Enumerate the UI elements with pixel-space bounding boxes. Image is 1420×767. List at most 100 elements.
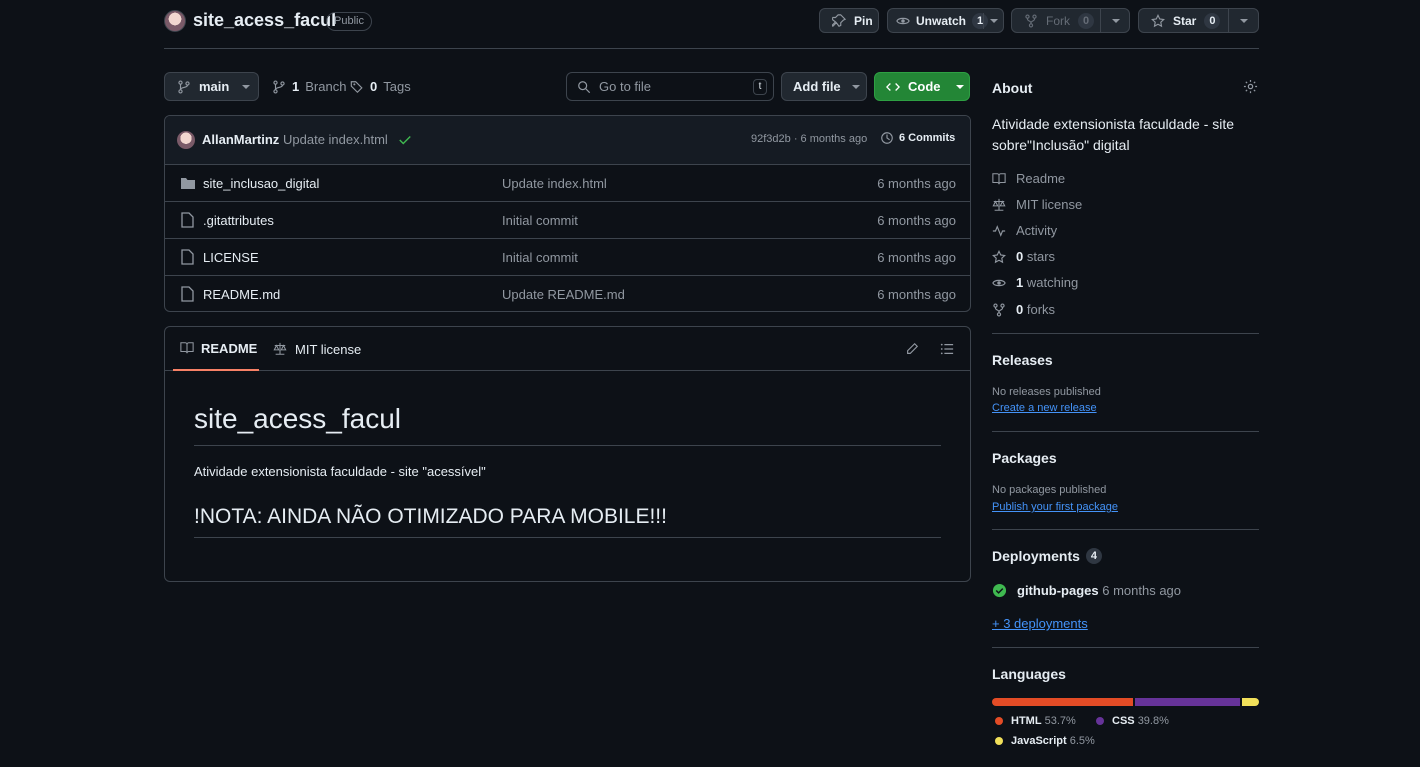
branch-selector[interactable]: main bbox=[164, 72, 259, 101]
create-release-link[interactable]: Create a new release bbox=[992, 402, 1097, 414]
watching-link[interactable]: 1 watching bbox=[992, 275, 1078, 290]
file-browser: AllanMartinz Update index.html 92f3d2b ·… bbox=[164, 115, 971, 312]
commits-link[interactable]: 6 Commits bbox=[880, 131, 955, 145]
check-circle-icon bbox=[992, 583, 1007, 598]
eye-icon bbox=[992, 276, 1006, 290]
chevron-down-icon bbox=[955, 83, 965, 91]
chevron-down-icon[interactable] bbox=[1111, 17, 1121, 25]
file-commit-message[interactable]: Update index.html bbox=[502, 176, 607, 191]
scale-icon bbox=[273, 342, 287, 356]
forks-link[interactable]: 0 forks bbox=[992, 302, 1055, 317]
branches-link[interactable]: 1 Branch bbox=[272, 79, 346, 94]
add-file-label: Add file bbox=[793, 79, 841, 94]
gear-icon[interactable] bbox=[1243, 79, 1258, 94]
activity-link[interactable]: Activity bbox=[992, 223, 1057, 238]
file-commit-message[interactable]: Update README.md bbox=[502, 287, 625, 302]
add-file-button[interactable]: Add file bbox=[781, 72, 867, 101]
packages-heading[interactable]: Packages bbox=[992, 450, 1057, 466]
tab-license[interactable]: MIT license bbox=[273, 327, 361, 371]
readme-panel: README MIT license site_acess_facul Ativ… bbox=[164, 326, 971, 582]
chevron-down-icon bbox=[851, 83, 861, 91]
folder-icon bbox=[180, 176, 196, 190]
star-button[interactable]: Star 0 bbox=[1138, 8, 1259, 33]
readme-note: !NOTA: AINDA NÃO OTIMIZADO PARA MOBILE!!… bbox=[194, 505, 667, 528]
divider bbox=[992, 647, 1259, 648]
deployments-heading: Deployments bbox=[992, 548, 1080, 564]
language-dot-css bbox=[1096, 717, 1104, 725]
list-icon[interactable] bbox=[940, 342, 954, 356]
branches-label: Branch bbox=[305, 79, 347, 94]
file-name[interactable]: .gitattributes bbox=[203, 213, 274, 228]
packages-empty: No packages published bbox=[992, 484, 1107, 496]
stars-link[interactable]: 0 stars bbox=[992, 249, 1055, 264]
chevron-down-icon bbox=[241, 83, 251, 91]
tab-readme[interactable]: README bbox=[173, 327, 259, 371]
go-to-file-placeholder: Go to file bbox=[599, 79, 652, 94]
code-icon bbox=[886, 80, 900, 94]
file-name[interactable]: LICENSE bbox=[203, 250, 259, 265]
file-icon bbox=[181, 286, 194, 302]
chevron-down-icon[interactable] bbox=[989, 17, 999, 25]
repo-avatar[interactable] bbox=[164, 10, 186, 32]
language-item[interactable]: JavaScript 6.5% bbox=[995, 735, 1095, 747]
file-name[interactable]: README.md bbox=[203, 287, 280, 302]
fork-button[interactable]: Fork 0 bbox=[1011, 8, 1130, 33]
activity-link-label: Activity bbox=[1016, 223, 1058, 238]
file-time: 6 months ago bbox=[877, 250, 956, 265]
latest-commit-bar: AllanMartinz Update index.html 92f3d2b ·… bbox=[165, 116, 970, 164]
releases-heading[interactable]: Releases bbox=[992, 352, 1053, 368]
unwatch-button[interactable]: Unwatch 1 bbox=[887, 8, 1004, 33]
divider bbox=[992, 529, 1259, 530]
commit-author[interactable]: AllanMartinz bbox=[202, 132, 279, 147]
releases-empty: No releases published bbox=[992, 386, 1101, 398]
pencil-icon[interactable] bbox=[905, 342, 919, 356]
commit-message[interactable]: Update index.html bbox=[283, 132, 388, 147]
branch-icon bbox=[177, 79, 191, 94]
file-row[interactable]: README.md Update README.md 6 months ago bbox=[165, 275, 970, 311]
pin-button[interactable]: Pin bbox=[819, 8, 879, 33]
license-link[interactable]: MIT license bbox=[992, 197, 1082, 212]
code-button[interactable]: Code bbox=[874, 72, 970, 101]
commit-hash-time[interactable]: 92f3d2b · 6 months ago bbox=[751, 133, 867, 145]
language-name: JavaScript bbox=[1011, 735, 1067, 747]
readme-title: site_acess_facul bbox=[194, 403, 402, 434]
file-time: 6 months ago bbox=[877, 287, 956, 302]
repo-name[interactable]: site_acess_facul bbox=[193, 10, 336, 31]
stars-label: stars bbox=[1026, 249, 1056, 264]
about-description: Atividade extensionista faculdade - site… bbox=[992, 116, 1235, 153]
check-icon bbox=[398, 133, 412, 147]
star-icon bbox=[1151, 13, 1165, 28]
deployments-heading-row[interactable]: Deployments 4 bbox=[992, 548, 1103, 564]
file-icon bbox=[181, 212, 194, 228]
file-name[interactable]: site_inclusao_digital bbox=[203, 176, 319, 191]
file-row[interactable]: .gitattributes Initial commit 6 months a… bbox=[165, 201, 970, 238]
fork-icon bbox=[992, 302, 1006, 317]
file-row[interactable]: site_inclusao_digital Update index.html … bbox=[165, 164, 970, 201]
language-percent: 6.5% bbox=[1069, 735, 1095, 747]
file-row[interactable]: LICENSE Initial commit 6 months ago bbox=[165, 238, 970, 275]
license-link-label: MIT license bbox=[1016, 197, 1083, 212]
file-commit-message[interactable]: Initial commit bbox=[502, 250, 578, 265]
chevron-down-icon[interactable] bbox=[1239, 17, 1249, 25]
readme-link[interactable]: Readme bbox=[992, 171, 1065, 186]
language-item[interactable]: CSS 39.8% bbox=[1096, 715, 1169, 727]
deployments-count: 4 bbox=[1085, 548, 1103, 564]
readme-paragraph: Atividade extensionista faculdade - site… bbox=[194, 464, 486, 479]
publish-package-link[interactable]: Publish your first package bbox=[992, 501, 1118, 513]
language-name: CSS bbox=[1112, 715, 1135, 727]
tags-link[interactable]: 0 Tags bbox=[350, 79, 411, 94]
tags-count: 0 bbox=[370, 79, 378, 94]
fork-count: 0 bbox=[1078, 12, 1095, 29]
more-deployments-link[interactable]: + 3 deployments bbox=[992, 616, 1088, 631]
language-item[interactable]: HTML 53.7% bbox=[995, 715, 1076, 727]
go-to-file-input[interactable]: Go to file t bbox=[566, 72, 774, 101]
history-icon bbox=[880, 131, 894, 145]
file-commit-message[interactable]: Initial commit bbox=[502, 213, 578, 228]
author-avatar[interactable] bbox=[177, 131, 195, 149]
pin-label: Pin bbox=[854, 13, 873, 28]
eye-icon bbox=[896, 14, 910, 28]
deployment-item[interactable]: github-pages 6 months ago bbox=[992, 583, 1181, 598]
deployment-name[interactable]: github-pages bbox=[1017, 583, 1099, 598]
pulse-icon bbox=[992, 224, 1006, 238]
branches-count: 1 bbox=[292, 79, 300, 94]
